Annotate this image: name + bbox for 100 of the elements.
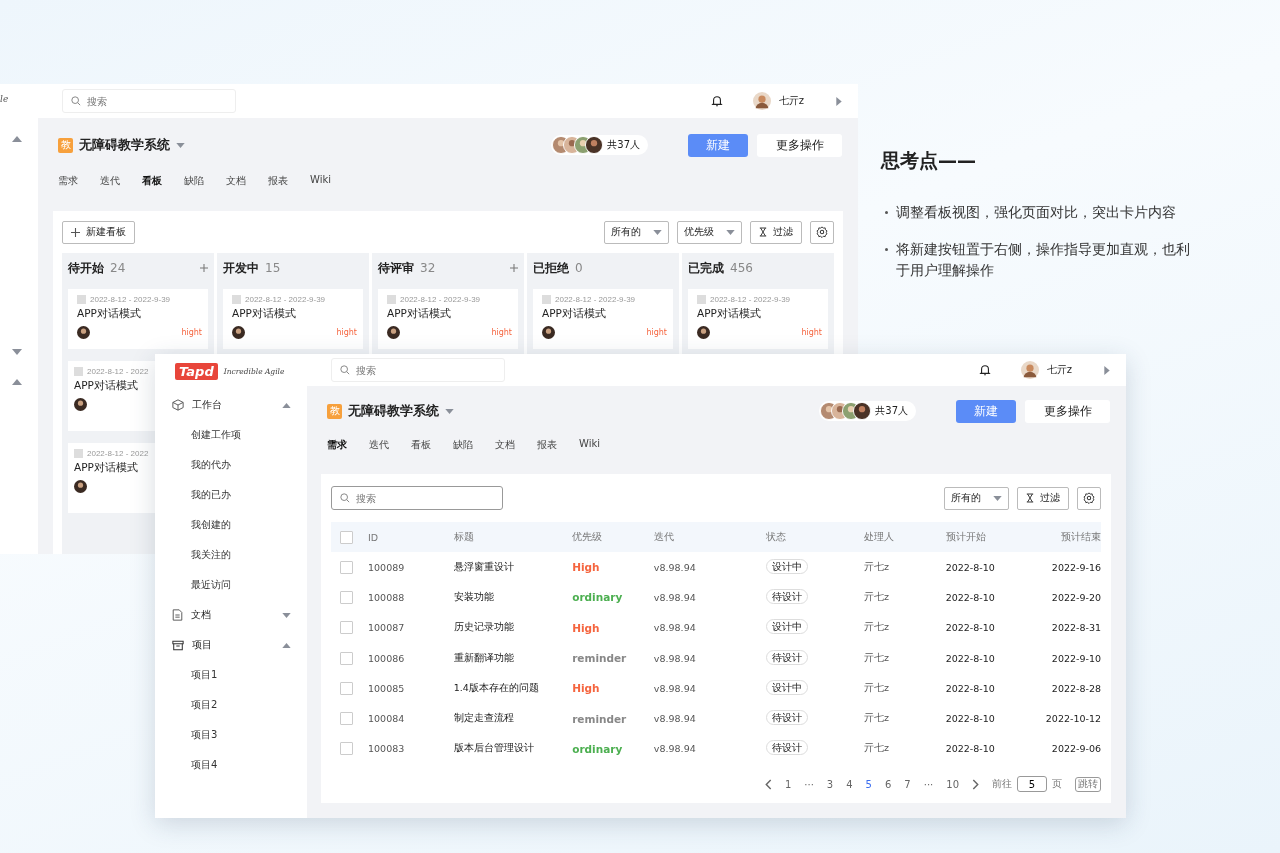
page-link[interactable]: 7 [904,778,911,790]
tab[interactable]: Wiki [579,438,600,456]
page-link[interactable]: ··· [804,778,814,790]
jump-button[interactable]: 跳转 [1075,776,1101,792]
sidebar-item[interactable]: 我创建的 [155,510,307,540]
tab[interactable]: Wiki [310,174,331,192]
card-title: APP对话模式 [697,307,762,321]
page-link[interactable]: 6 [884,778,892,790]
table-cell-text: 亓七z [864,712,890,726]
tab[interactable]: 迭代 [100,174,120,192]
new-board-button[interactable]: 新建看板 [62,220,135,244]
settings-button[interactable] [1077,486,1101,510]
table-cell[interactable]: 历史记录功能 [453,621,573,635]
caret-icon[interactable] [12,136,22,142]
task-card[interactable]: 2022-8-12 - 2022 APP对话模式 [68,443,155,513]
tab[interactable]: 文档 [495,438,515,456]
table-cell[interactable]: 重新翻译功能 [453,651,573,665]
caret-icon[interactable] [12,349,22,355]
task-card[interactable]: 2022-8-12 - 2022-9-39 APP对话模式 hight [223,289,363,349]
checkbox[interactable] [340,560,353,574]
priority-label: hight [646,327,667,337]
table-cell[interactable]: 1.4版本存在的问题 [453,681,573,695]
user-name[interactable]: 七亓z [778,94,804,108]
square-icon [74,367,83,376]
plus-icon[interactable] [510,264,518,272]
caret-icon[interactable] [836,96,842,106]
column-count: 0 [575,261,583,275]
chevron-right-icon[interactable] [972,778,979,790]
table-cell[interactable]: 安装功能 [453,590,573,604]
settings-button[interactable] [810,220,834,244]
member-pill[interactable]: 共37人 [551,135,648,155]
sidebar-group[interactable]: 文档 [155,600,307,630]
tab[interactable]: 报表 [537,438,557,456]
sidebar-item[interactable]: 项目4 [155,750,307,780]
checkbox[interactable] [340,742,353,756]
sidebar-item[interactable]: 创建工作项 [155,420,307,450]
dropdown[interactable]: 所有的 [604,220,669,244]
caret-icon[interactable] [176,142,185,148]
avatar-icon[interactable] [752,92,771,110]
sidebar-item[interactable]: 我的代办 [155,450,307,480]
caret-icon[interactable] [12,379,22,385]
page-link[interactable]: 1 [784,778,792,790]
checkbox[interactable] [340,621,353,635]
checkbox[interactable] [340,651,353,665]
page-link[interactable]: 10 [946,778,959,790]
sidebar-item[interactable]: 项目2 [155,690,307,720]
plus-icon[interactable] [200,264,208,272]
dropdown[interactable]: 所有的 [944,486,1009,510]
checkbox[interactable] [340,712,353,726]
logo[interactable]: Tapd [175,362,218,380]
tab[interactable]: 缺陷 [453,438,473,456]
caret-icon[interactable] [445,408,454,414]
table-cell-text: v8.98.94 [653,713,697,725]
sidebar-item[interactable]: 项目1 [155,660,307,690]
member-pill[interactable]: 共37人 [819,401,916,421]
page-input[interactable]: 5 [1017,776,1047,793]
tab[interactable]: 报表 [268,174,288,192]
tab[interactable]: 迭代 [369,438,389,456]
page-link[interactable]: 5 [865,778,872,790]
filter-button[interactable]: 过滤 [750,220,802,244]
dropdown[interactable]: 优先级 [677,220,742,244]
bell-icon[interactable] [710,95,723,107]
sidebar-item[interactable]: 项目3 [155,720,307,750]
tab[interactable]: 需求 [58,174,78,192]
tab[interactable]: 文档 [226,174,246,192]
tab[interactable]: 需求 [327,438,347,456]
chevron-left-icon[interactable] [764,778,772,790]
more-actions-button[interactable]: 更多操作 [757,133,842,157]
sidebar-group[interactable]: 项目 [155,630,307,660]
more-actions-button[interactable]: 更多操作 [1025,399,1110,423]
project-title[interactable]: 无障碍教学系统 [79,136,170,154]
user-name[interactable]: 七亓z [1046,363,1072,377]
checkbox[interactable] [340,681,353,695]
search-field[interactable]: 搜索 [331,486,503,510]
table-cell[interactable]: 悬浮窗重设计 [453,560,573,574]
page-link[interactable]: 3 [826,778,834,790]
sidebar-item[interactable]: 我的已办 [155,480,307,510]
checkbox[interactable] [340,530,353,544]
page-link[interactable]: ··· [923,778,934,790]
task-card[interactable]: 2022-8-12 - 2022-9-39 APP对话模式 hight [378,289,518,349]
task-card[interactable]: 2022-8-12 - 2022 APP对话模式 [68,361,155,431]
sidebar-item[interactable]: 我关注的 [155,540,307,570]
project-title[interactable]: 无障碍教学系统 [348,402,439,420]
filter-button[interactable]: 过滤 [1017,486,1069,510]
column-count: 32 [420,261,436,275]
task-card[interactable]: 2022-8-12 - 2022-9-39 APP对话模式 hight [68,289,208,349]
tab[interactable]: 看板 [142,174,162,192]
page-link[interactable]: 4 [846,778,853,790]
task-card[interactable]: 2022-8-12 - 2022-9-39 APP对话模式 hight [688,289,828,349]
sidebar-item[interactable]: 最近访问 [155,570,307,600]
table-cell[interactable]: 制定走查流程 [453,712,573,726]
tab[interactable]: 缺陷 [184,174,204,192]
caret-icon[interactable] [1104,365,1110,375]
tab[interactable]: 看板 [411,438,431,456]
bell-icon[interactable] [978,364,991,376]
checkbox[interactable] [340,590,353,604]
avatar-icon[interactable] [1020,361,1039,379]
task-card[interactable]: 2022-8-12 - 2022-9-39 APP对话模式 hight [533,289,673,349]
table-cell[interactable]: 版本后台管理设计 [453,742,573,756]
sidebar-group[interactable]: 工作台 [155,390,307,420]
